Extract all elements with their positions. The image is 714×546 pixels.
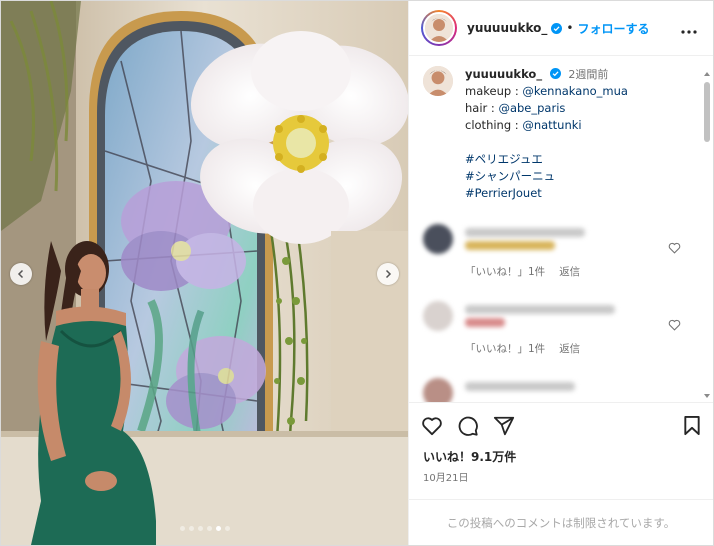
- carousel-prev-button[interactable]: [10, 263, 32, 285]
- comment-item: 「いいね！」1件 返信: [423, 224, 699, 279]
- reply-button[interactable]: 返信: [559, 264, 580, 279]
- scrollbar-thumb[interactable]: [704, 82, 710, 142]
- mention-link[interactable]: @kennakano_mua: [522, 84, 628, 98]
- carousel-indicator: [1, 526, 408, 531]
- caption-line-clothing: clothing : @nattunki: [465, 117, 628, 134]
- comment-avatar[interactable]: [423, 378, 453, 402]
- post-caption: yuuuuukko_ 2週間前 makeup : @kennakano_mua …: [423, 66, 699, 202]
- blurred-username: [465, 228, 585, 237]
- blurred-comment-text: [465, 241, 555, 250]
- post-sidebar: yuuuuukko_ • フォローする yuuuuukko_ 2週間前 make…: [408, 1, 713, 545]
- bookmark-icon[interactable]: [683, 415, 701, 436]
- comment-likes-count[interactable]: 「いいね！」1件: [465, 341, 545, 356]
- mention-link[interactable]: @nattunki: [522, 118, 581, 132]
- reply-button[interactable]: 返信: [559, 341, 580, 356]
- comments-list[interactable]: yuuuuukko_ 2週間前 makeup : @kennakano_mua …: [409, 56, 713, 402]
- follow-button[interactable]: フォローする: [578, 20, 650, 37]
- scroll-down-icon: [704, 394, 710, 398]
- comment-item: 「いいね！」1件 返信: [423, 301, 699, 356]
- post-date: 10月21日: [423, 473, 469, 484]
- hashtag-link[interactable]: #ペリエジュエ: [465, 152, 543, 166]
- more-options-button[interactable]: [677, 15, 701, 42]
- post-media[interactable]: [1, 1, 408, 545]
- verified-icon: [551, 22, 563, 34]
- comment-item: [423, 378, 699, 402]
- caption-username[interactable]: yuuuuukko_: [465, 67, 542, 81]
- author-username[interactable]: yuuuuukko_: [467, 21, 547, 35]
- caption-prefix: makeup :: [465, 84, 523, 98]
- comment-avatar[interactable]: [423, 301, 453, 331]
- post-time: 2週間前: [568, 68, 609, 81]
- post-photo: [1, 1, 408, 545]
- caption-line-hair: hair : @abe_paris: [465, 100, 628, 117]
- carousel-dot[interactable]: [179, 526, 185, 531]
- caption-prefix: clothing :: [465, 118, 523, 132]
- carousel-dot[interactable]: [188, 526, 194, 531]
- blurred-username: [465, 305, 615, 314]
- like-count[interactable]: いいね！9.1万件: [409, 448, 713, 465]
- author-avatar[interactable]: [421, 10, 457, 46]
- mention-link[interactable]: @abe_paris: [498, 101, 565, 115]
- carousel-dot[interactable]: [215, 526, 221, 531]
- carousel-dot[interactable]: [206, 526, 212, 531]
- more-icon: [681, 29, 697, 34]
- blurred-username: [465, 382, 575, 391]
- heart-icon[interactable]: [668, 319, 681, 331]
- scroll-up-icon: [704, 72, 710, 76]
- caption-line-makeup: makeup : @kennakano_mua: [465, 83, 628, 100]
- chevron-right-icon: [385, 269, 392, 279]
- post-dialog: yuuuuukko_ • フォローする yuuuuukko_ 2週間前 make…: [0, 0, 714, 546]
- share-icon[interactable]: [493, 415, 515, 437]
- comment-likes-count[interactable]: 「いいね！」1件: [465, 264, 545, 279]
- carousel-dot[interactable]: [197, 526, 203, 531]
- post-header: yuuuuukko_ • フォローする: [409, 1, 713, 56]
- heart-icon[interactable]: [421, 416, 443, 436]
- blurred-comment-text: [465, 318, 505, 327]
- hashtag-link[interactable]: #シャンパーニュ: [465, 169, 555, 183]
- comments-scrollbar[interactable]: [703, 70, 711, 400]
- carousel-dot[interactable]: [224, 526, 230, 531]
- comment-avatar[interactable]: [423, 224, 453, 254]
- comments-disabled-notice: この投稿へのコメントは制限されています。: [409, 499, 713, 545]
- comment-icon[interactable]: [457, 415, 479, 437]
- chevron-left-icon: [17, 269, 24, 279]
- verified-icon: [549, 68, 561, 79]
- caption-prefix: hair :: [465, 101, 499, 115]
- carousel-next-button[interactable]: [377, 263, 399, 285]
- heart-icon[interactable]: [668, 242, 681, 254]
- post-actions: [409, 402, 713, 448]
- caption-avatar[interactable]: [423, 66, 453, 96]
- header-separator: •: [566, 21, 574, 35]
- hashtag-link[interactable]: #PerrierJouet: [465, 186, 542, 200]
